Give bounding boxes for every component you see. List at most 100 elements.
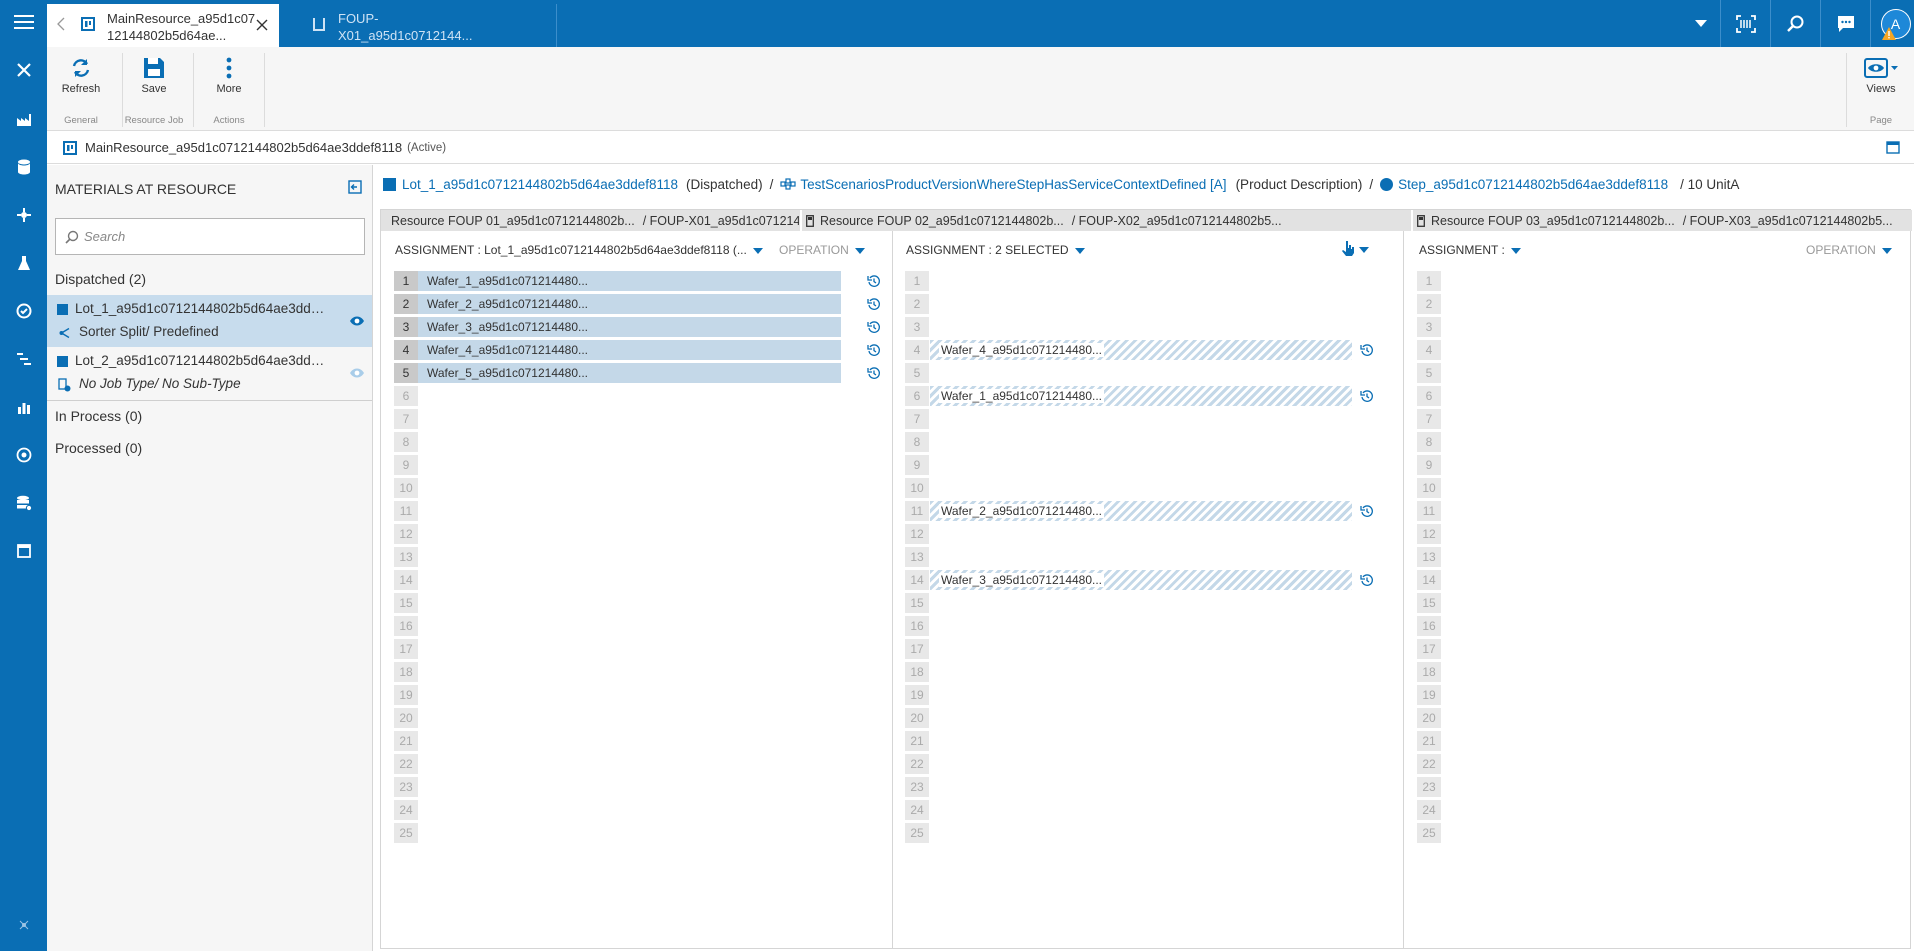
- slot-number[interactable]: 5: [1417, 363, 1441, 383]
- slot-number[interactable]: 1: [394, 271, 418, 291]
- slot-number[interactable]: 7: [905, 409, 929, 429]
- user-avatar[interactable]: A: [1870, 0, 1914, 47]
- slot-number[interactable]: 22: [1417, 754, 1441, 774]
- slot-number[interactable]: 2: [1417, 294, 1441, 314]
- slot-number[interactable]: 5: [394, 363, 418, 383]
- slot-number[interactable]: 3: [905, 317, 929, 337]
- slot-number[interactable]: 1: [905, 271, 929, 291]
- history-icon[interactable]: [867, 343, 881, 357]
- wafer-slot[interactable]: Wafer_2_a95d1c071214480...: [418, 294, 841, 314]
- slot-number[interactable]: 6: [394, 386, 418, 406]
- wafer-slot[interactable]: Wafer_4_a95d1c071214480...: [418, 340, 841, 360]
- history-icon[interactable]: [867, 274, 881, 288]
- breadcrumb-step-link[interactable]: Step_a95d1c0712144802b5d64ae3ddef8118: [1398, 177, 1668, 192]
- slot-number[interactable]: 21: [1417, 731, 1441, 751]
- slot-number[interactable]: 25: [1417, 823, 1441, 843]
- history-icon[interactable]: [867, 297, 881, 311]
- barcode-scan-icon[interactable]: [1720, 0, 1770, 47]
- slot-number[interactable]: 16: [394, 616, 418, 636]
- slot-number[interactable]: 7: [394, 409, 418, 429]
- operation-dropdown[interactable]: OPERATION: [779, 243, 865, 257]
- slot-number[interactable]: 22: [905, 754, 929, 774]
- slot-number[interactable]: 17: [905, 639, 929, 659]
- slot-number[interactable]: 8: [1417, 432, 1441, 452]
- slot-number[interactable]: 11: [905, 501, 929, 521]
- slot-number[interactable]: 8: [905, 432, 929, 452]
- wafer-slot[interactable]: Wafer_5_a95d1c071214480...: [418, 363, 841, 383]
- processed-header[interactable]: Processed (0): [55, 440, 142, 456]
- slot-number[interactable]: 19: [905, 685, 929, 705]
- slot-number[interactable]: 24: [905, 800, 929, 820]
- slot-number[interactable]: 12: [1417, 524, 1441, 544]
- slot-number[interactable]: 7: [1417, 409, 1441, 429]
- slot-number[interactable]: 9: [1417, 455, 1441, 475]
- wafer-slot[interactable]: Wafer_3_a95d1c071214480...: [930, 570, 1352, 590]
- slot-number[interactable]: 23: [394, 777, 418, 797]
- database-icon[interactable]: [0, 154, 47, 180]
- slot-number[interactable]: 23: [905, 777, 929, 797]
- assignment-dropdown[interactable]: ASSIGNMENT : Lot_1_a95d1c0712144802b5d64…: [395, 243, 763, 257]
- tabs-dropdown-icon[interactable]: [1686, 0, 1716, 47]
- slot-number[interactable]: 10: [394, 478, 418, 498]
- slot-number[interactable]: 14: [394, 570, 418, 590]
- history-icon[interactable]: [1360, 389, 1374, 403]
- slot-number[interactable]: 17: [394, 639, 418, 659]
- slot-number[interactable]: 13: [1417, 547, 1441, 567]
- tab-main-resource[interactable]: MainResource_a95d1c0712144802b5d64ae...: [47, 4, 279, 47]
- process-icon[interactable]: [0, 202, 47, 228]
- history-icon[interactable]: [867, 366, 881, 380]
- slot-number[interactable]: 18: [1417, 662, 1441, 682]
- slot-number[interactable]: 15: [394, 593, 418, 613]
- slot-number[interactable]: 11: [1417, 501, 1441, 521]
- slot-number[interactable]: 4: [1417, 340, 1441, 360]
- slot-number[interactable]: 23: [1417, 777, 1441, 797]
- wafer-slot[interactable]: Wafer_3_a95d1c071214480...: [418, 317, 841, 337]
- lot-item[interactable]: Lot_2_a95d1c0712144802b5d64ae3ddef8118 N…: [47, 347, 372, 399]
- history-icon[interactable]: [1360, 573, 1374, 587]
- in-process-header[interactable]: In Process (0): [55, 408, 142, 424]
- slot-number[interactable]: 6: [1417, 386, 1441, 406]
- slot-number[interactable]: 8: [394, 432, 418, 452]
- slot-number[interactable]: 3: [394, 317, 418, 337]
- close-icon[interactable]: [256, 19, 268, 31]
- slot-number[interactable]: 6: [905, 386, 929, 406]
- tools-icon[interactable]: [0, 57, 47, 83]
- breadcrumb-lot-link[interactable]: Lot_1_a95d1c0712144802b5d64ae3ddef8118: [402, 177, 678, 192]
- save-button[interactable]: Save: [126, 53, 182, 95]
- slot-number[interactable]: 14: [905, 570, 929, 590]
- refresh-button[interactable]: Refresh: [53, 53, 109, 95]
- slot-number[interactable]: 25: [905, 823, 929, 843]
- slot-number[interactable]: 20: [1417, 708, 1441, 728]
- slot-number[interactable]: 13: [394, 547, 418, 567]
- slot-number[interactable]: 16: [1417, 616, 1441, 636]
- chevron-left-icon[interactable]: [57, 17, 65, 31]
- slot-number[interactable]: 14: [1417, 570, 1441, 590]
- slot-number[interactable]: 17: [1417, 639, 1441, 659]
- wafer-slot[interactable]: Wafer_2_a95d1c071214480...: [930, 501, 1352, 521]
- chevron-down-icon[interactable]: [1359, 247, 1369, 253]
- operation-dropdown[interactable]: OPERATION: [1806, 243, 1892, 257]
- breadcrumb-product-link[interactable]: TestScenariosProductVersionWhereStepHasS…: [800, 177, 1226, 192]
- slot-number[interactable]: 18: [905, 662, 929, 682]
- wafer-slot[interactable]: Wafer_1_a95d1c071214480...: [930, 386, 1352, 406]
- wafer-slot[interactable]: Wafer_4_a95d1c071214480...: [930, 340, 1352, 360]
- slot-number[interactable]: 21: [905, 731, 929, 751]
- storage-icon[interactable]: [0, 490, 47, 516]
- slot-number[interactable]: 24: [1417, 800, 1441, 820]
- factory-icon[interactable]: [0, 107, 47, 133]
- search-input[interactable]: Search: [55, 218, 365, 255]
- expand-panel-icon[interactable]: [1886, 141, 1900, 154]
- slot-number[interactable]: 4: [394, 340, 418, 360]
- slot-number[interactable]: 10: [1417, 478, 1441, 498]
- window-icon[interactable]: [0, 538, 47, 564]
- slot-number[interactable]: 19: [394, 685, 418, 705]
- slot-number[interactable]: 15: [1417, 593, 1441, 613]
- slot-number[interactable]: 10: [905, 478, 929, 498]
- more-button[interactable]: More: [201, 53, 257, 95]
- slot-number[interactable]: 11: [394, 501, 418, 521]
- slot-number[interactable]: 12: [905, 524, 929, 544]
- eye-icon[interactable]: [349, 367, 365, 379]
- slot-number[interactable]: 2: [905, 294, 929, 314]
- hand-pointer-icon[interactable]: [1341, 240, 1355, 256]
- slot-number[interactable]: 3: [1417, 317, 1441, 337]
